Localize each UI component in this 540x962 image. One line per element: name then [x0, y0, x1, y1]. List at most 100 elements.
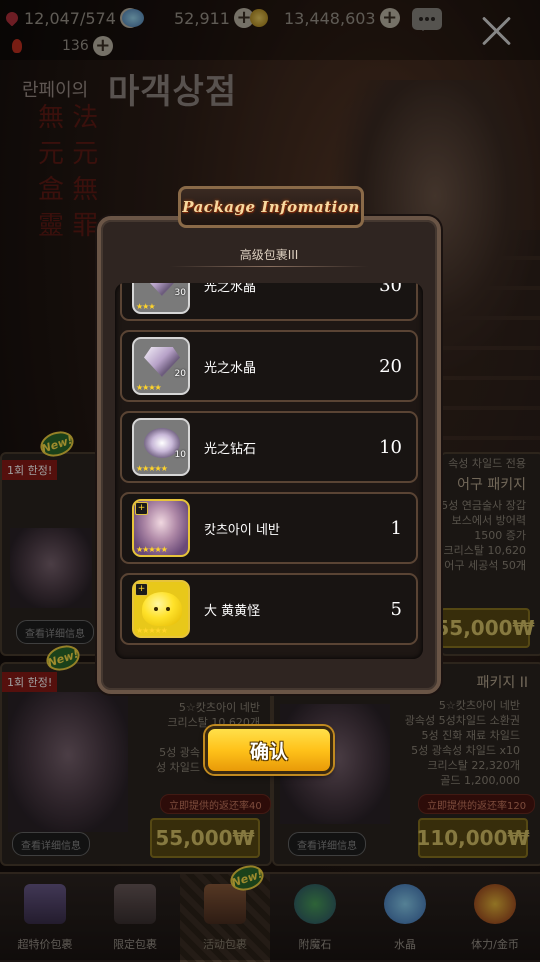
item-name: 光之钻石 [204, 441, 257, 457]
confirm-button[interactable]: 确认 [205, 726, 333, 774]
hearts-value: 136 [62, 38, 89, 54]
divider [170, 266, 368, 267]
bottom-right-line-0: 5☆캇츠아이 네반 [438, 699, 520, 712]
bottom-right-price[interactable]: 110,000₩ [416, 818, 530, 858]
star-rating: ★★★★★ [136, 545, 168, 554]
item-thumbnail: + ★★★★★ [132, 499, 190, 557]
crystal-value: 52,911 [174, 8, 230, 28]
close-icon[interactable] [480, 14, 514, 48]
item-stack-count: 30 [174, 288, 186, 298]
item-quantity: 30 [379, 283, 402, 296]
star-rating: ★★★★★ [136, 464, 168, 473]
shop-sign-title: 마객상점 [108, 72, 238, 112]
star-rating: ★★★★ [136, 383, 162, 392]
right-card-header: 속성 차일드 전용 [448, 457, 526, 470]
bottom-right-line-4: 크리스탈 22,320개 [427, 759, 520, 772]
right-card-title: 어구 패키지 [457, 477, 526, 493]
item-quantity: 1 [390, 517, 402, 539]
nav-stamina-gold[interactable]: 体力/金币 [450, 874, 540, 962]
nav-super-sale[interactable]: 超特价包裹 [0, 874, 90, 962]
nav-label: 限定包裹 [113, 938, 157, 951]
nav-crystal[interactable]: 水晶 [360, 874, 450, 962]
nav-label: 活动包裹 [203, 938, 247, 951]
item-stack-count: 10 [174, 450, 186, 460]
item-stack-count: 20 [174, 369, 186, 379]
nav-enchant-stone[interactable]: 附魔石 [270, 874, 360, 962]
right-card-price[interactable]: 55,000₩ [435, 608, 535, 648]
nav-event[interactable]: 活动包裹 [180, 874, 270, 962]
hearts-counter: 136 + [12, 36, 113, 56]
bottom-left-line-0: 5☆캇츠아이 네반 [178, 701, 260, 714]
bottom-right-line-2: 5성 진화 재료 차일드 [421, 729, 520, 742]
item-thumbnail: 10 ★★★★★ [132, 418, 190, 476]
gold-value: 13,448,603 [284, 8, 376, 28]
item-name: 大 黄黄怪 [204, 603, 261, 619]
detail-button[interactable]: 查看详细信息 [16, 620, 94, 644]
enchant-stone-icon [294, 884, 336, 924]
detail-button[interactable]: 查看详细信息 [12, 832, 90, 856]
item-quantity: 5 [390, 598, 402, 620]
locked-chest-icon [114, 884, 156, 924]
left-package-card[interactable]: 1회 한정! 查看详细信息 [0, 452, 100, 656]
nav-label: 附魔石 [298, 938, 332, 951]
top-resource-bar: 12,047/574 + 52,911 + 13,448,603 + 136 + [0, 0, 540, 60]
stamina-value: 12,047/574 [24, 8, 116, 28]
bottom-left-price[interactable]: 55,000₩ [150, 818, 260, 858]
bottom-nav: 超特价包裹 限定包裹 活动包裹 附魔石 水晶 体力/金币 [0, 872, 540, 962]
treasure-chest-icon [24, 884, 66, 924]
dialog-title: Package Infomation [182, 198, 360, 216]
stamina-gold-icon [474, 884, 516, 924]
stamina-counter: 12,047/574 + [3, 8, 140, 28]
slime-icon [142, 592, 182, 626]
list-item: + ★★★★★ 大 黄黄怪 5 [120, 573, 418, 645]
refund-rate-bar: 立即提供的返还率40 [160, 794, 271, 814]
item-name: 캇츠아이 네반 [204, 522, 280, 538]
item-quantity: 20 [379, 355, 402, 377]
item-thumbnail: 20 ★★★★ [132, 337, 190, 395]
bottom-right-line-1: 광속성 5성차일드 소환권 [404, 714, 520, 727]
bottom-right-line-3: 5성 광속성 차일드 x10 [411, 744, 520, 757]
package-name: 高级包裹III [239, 248, 299, 262]
list-item: + ★★★★★ 캇츠아이 네반 1 [120, 492, 418, 564]
crystal-icon [384, 884, 426, 924]
star-rating: ★★★ [136, 302, 155, 311]
add-hearts-button[interactable]: + [92, 36, 113, 56]
add-gold-button[interactable]: + [379, 8, 400, 28]
nav-label: 水晶 [394, 938, 416, 951]
nav-label: 超特价包裹 [17, 938, 73, 951]
list-item: 10 ★★★★★ 光之钻石 10 [120, 411, 418, 483]
package-art [8, 692, 128, 832]
right-card-line-0: 5성 연금술사 장갑 [441, 499, 526, 512]
list-item: 20 ★★★★ 光之水晶 20 [120, 330, 418, 402]
gold-coin-icon [250, 9, 268, 27]
gold-counter: 13,448,603 + [250, 8, 400, 28]
right-card-line-2: 1500 증가 [474, 529, 526, 542]
crystal-counter: 52,911 + [122, 8, 254, 28]
crystal-icon [122, 9, 144, 27]
plus-badge-icon: + [135, 583, 148, 596]
confirm-label: 确认 [249, 740, 288, 763]
right-card-line-1: 보스에서 방어력 [451, 514, 526, 527]
chat-icon[interactable] [412, 8, 442, 31]
item-thumbnail: 30 ★★★ [132, 283, 190, 314]
item-quantity: 10 [379, 436, 402, 458]
right-card-line-4: 어구 세공석 50개 [444, 559, 526, 572]
detail-button[interactable]: 查看详细信息 [288, 832, 366, 856]
plus-badge-icon: + [135, 502, 148, 515]
limit-tag: 1회 한정! [2, 672, 58, 692]
limit-tag: 1회 한정! [2, 460, 58, 480]
star-rating: ★★★★★ [136, 626, 168, 635]
bottom-right-line-5: 골드 1,200,000 [440, 774, 520, 787]
flame-icon [12, 39, 22, 53]
item-name: 光之水晶 [204, 283, 257, 295]
bottom-left-line-2: 5성 광속성 차일드 [156, 746, 200, 774]
item-thumbnail: + ★★★★★ [132, 580, 190, 638]
list-item: 30 ★★★ 光之水晶 30 [120, 283, 418, 321]
dialog-title-plaque: Package Infomation [178, 186, 364, 228]
package-art [10, 528, 92, 608]
nav-limited[interactable]: 限定包裹 [90, 874, 180, 962]
refund-rate-bar: 立即提供的返还率120 [418, 794, 536, 814]
nav-label: 体力/金币 [471, 938, 519, 951]
item-name: 光之水晶 [204, 360, 257, 376]
package-contents-list[interactable]: 30 ★★★ 光之水晶 30 20 ★★★★ 光之水晶 20 10 ★★★★★ … [115, 283, 423, 659]
